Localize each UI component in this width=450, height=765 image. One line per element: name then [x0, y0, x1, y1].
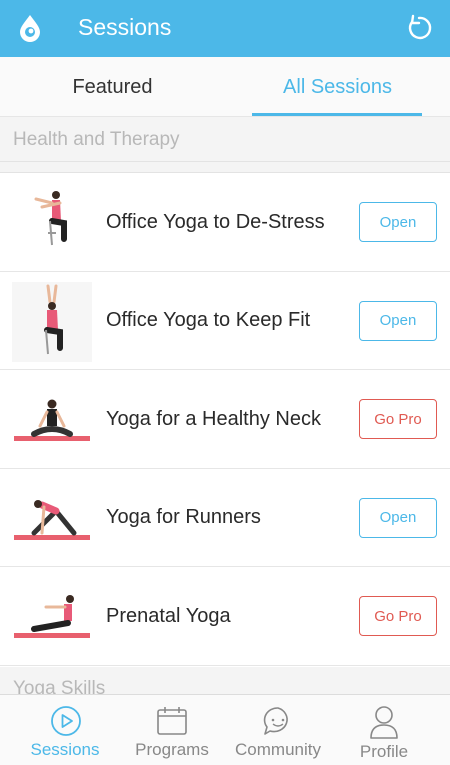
drop-logo-icon: [20, 15, 40, 42]
yoga-thumbnail-icon: [12, 577, 92, 658]
yoga-thumbnail-icon: [12, 281, 92, 362]
tab-bar: Featured All Sessions: [0, 57, 450, 117]
list-item[interactable]: Office Yoga to De-Stress Open: [0, 173, 450, 272]
chat-bubble-icon: [263, 707, 288, 735]
bottom-nav: Sessions Programs Community Profile: [0, 694, 450, 765]
refresh-icon[interactable]: [404, 13, 434, 43]
app-bar: Sessions: [0, 0, 450, 57]
session-name: Office Yoga to De-Stress: [106, 210, 325, 233]
list-item[interactable]: Prenatal Yoga Go Pro: [0, 567, 450, 666]
person-icon: [370, 706, 398, 739]
play-circle-icon: [51, 706, 81, 736]
list-item[interactable]: Yoga for Runners Open: [0, 468, 450, 568]
yoga-thumbnail-icon: [12, 183, 92, 263]
tab-indicator: [252, 113, 422, 116]
session-name: Prenatal Yoga: [106, 604, 231, 627]
calendar-icon: [157, 707, 187, 735]
session-name: Office Yoga to Keep Fit: [106, 309, 311, 332]
nav-item-programs[interactable]: Programs: [110, 695, 234, 765]
yoga-thumbnail-icon: [12, 478, 92, 559]
session-list: Office Yoga to De-Stress Open Office Yog…: [0, 173, 450, 666]
section-header-health: Health and Therapy: [0, 117, 450, 162]
section-header-skills: Yoga Skills: [0, 667, 450, 697]
nav-label: Community: [235, 740, 321, 759]
nav-label: Programs: [135, 740, 209, 759]
session-name: Yoga for Runners: [106, 506, 261, 529]
open-button[interactable]: Open: [359, 300, 437, 341]
open-button[interactable]: Open: [359, 202, 437, 242]
nav-item-profile[interactable]: Profile: [334, 695, 434, 765]
open-button[interactable]: Open: [359, 497, 437, 538]
yoga-thumbnail-icon: [12, 380, 92, 461]
tab-featured[interactable]: Featured: [0, 57, 225, 117]
session-name: Yoga for a Healthy Neck: [106, 407, 321, 430]
go-pro-button[interactable]: Go Pro: [359, 399, 437, 440]
tab-all-sessions[interactable]: All Sessions: [225, 57, 450, 117]
go-pro-button[interactable]: Go Pro: [359, 596, 437, 637]
section-divider: [0, 162, 450, 173]
page-title: Sessions: [78, 14, 172, 40]
nav-item-community[interactable]: Community: [222, 695, 334, 765]
nav-label: Profile: [359, 742, 409, 761]
list-item[interactable]: Yoga for a Healthy Neck Go Pro: [0, 370, 450, 469]
list-item[interactable]: Office Yoga to Keep Fit Open: [0, 271, 450, 371]
